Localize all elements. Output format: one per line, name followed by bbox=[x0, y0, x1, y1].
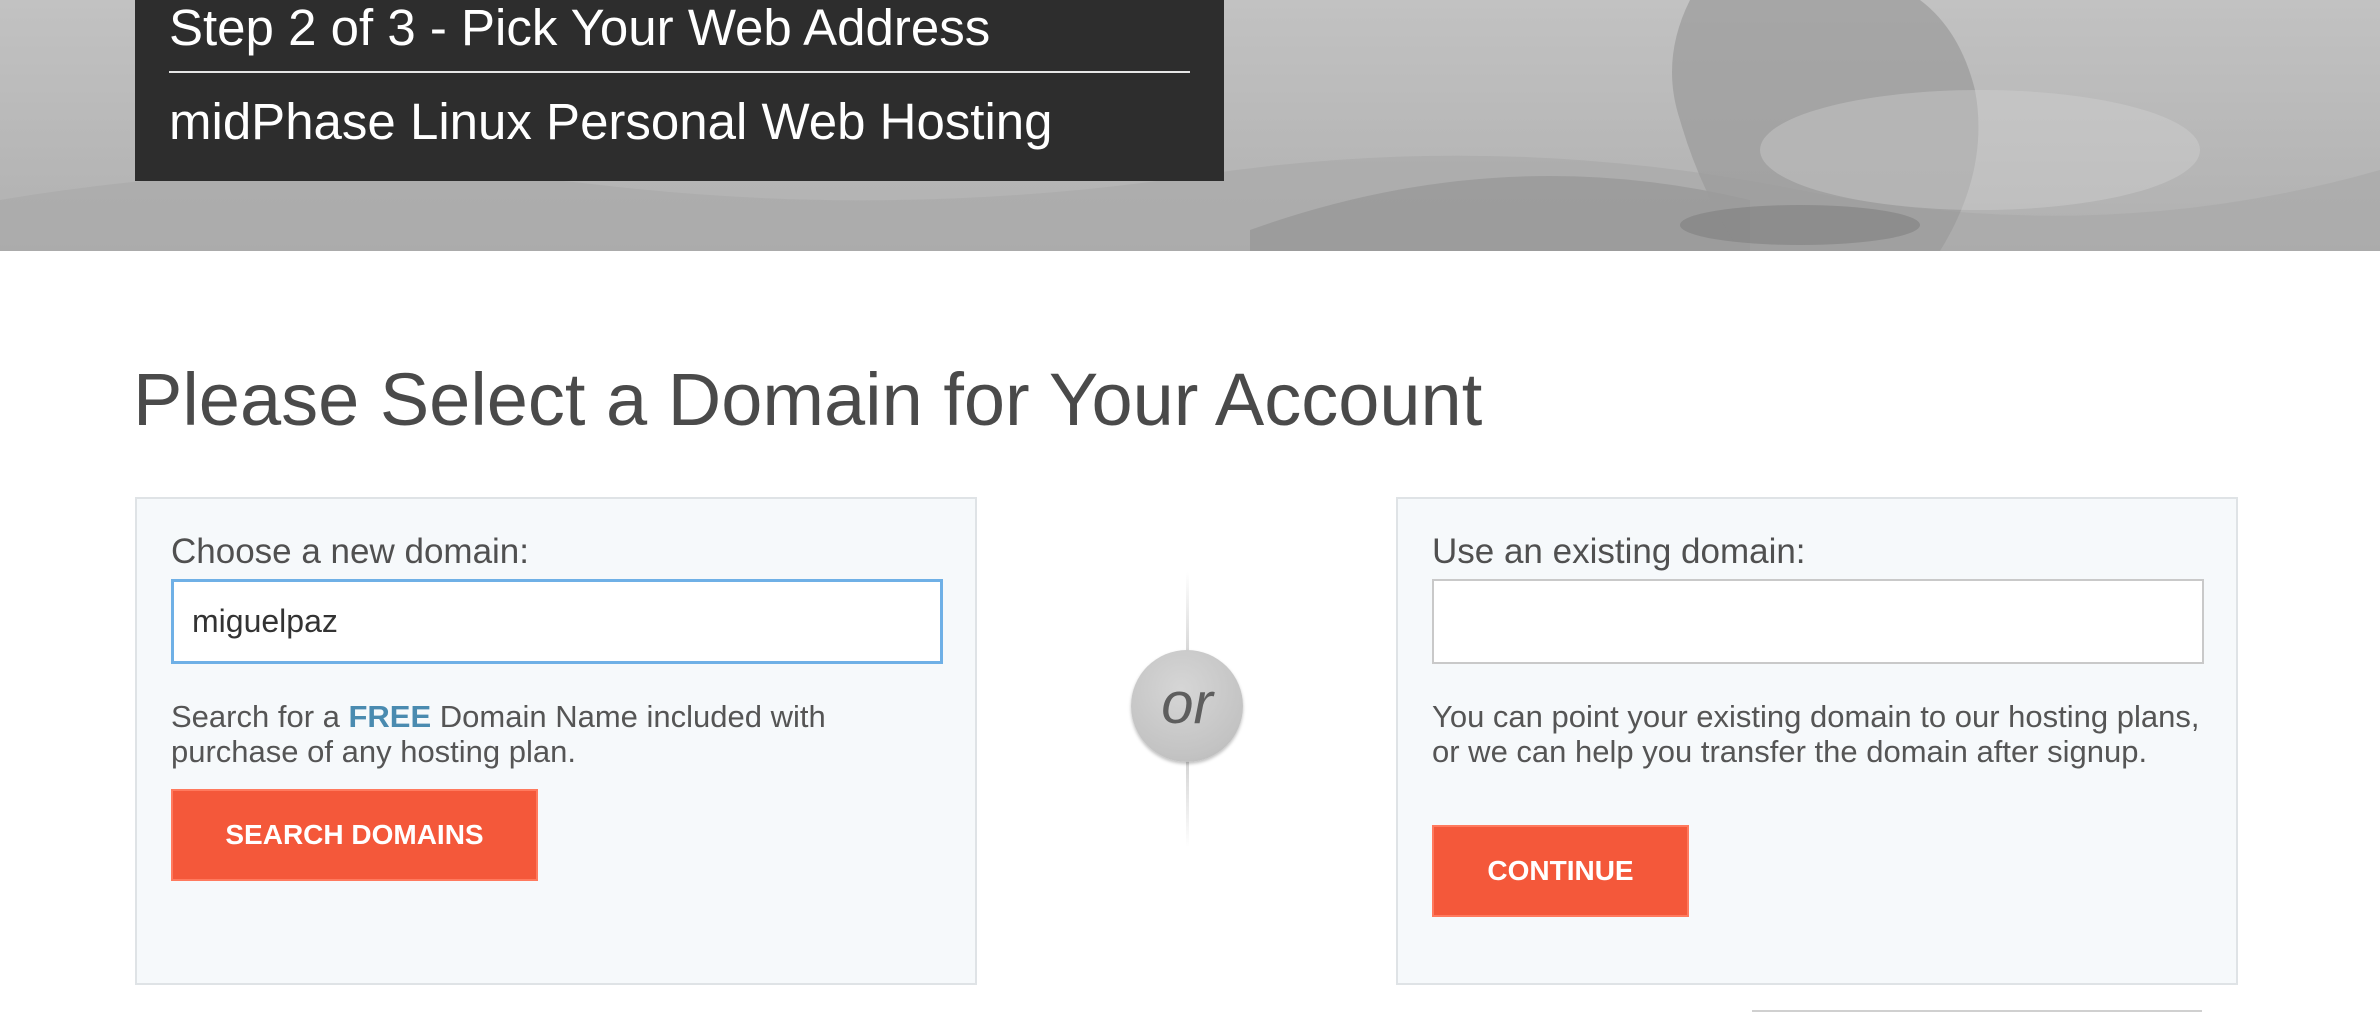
existing-domain-panel: Use an existing domain: You can point yo… bbox=[1396, 497, 2238, 985]
step-banner: Step 2 of 3 - Pick Your Web Address midP… bbox=[135, 0, 1224, 181]
new-domain-label: Choose a new domain: bbox=[171, 532, 529, 571]
free-highlight: FREE bbox=[348, 699, 432, 734]
new-domain-input[interactable] bbox=[171, 579, 943, 664]
page-title: Please Select a Domain for Your Account bbox=[133, 358, 1483, 441]
existing-domain-input[interactable] bbox=[1432, 579, 2204, 664]
step-title: Step 2 of 3 - Pick Your Web Address bbox=[169, 0, 991, 56]
banner-divider bbox=[169, 71, 1190, 73]
search-domains-button[interactable]: SEARCH DOMAINS bbox=[171, 789, 538, 881]
existing-domain-label: Use an existing domain: bbox=[1432, 532, 1806, 571]
note-prefix: Search for a bbox=[171, 699, 349, 734]
plan-name: midPhase Linux Personal Web Hosting bbox=[169, 93, 1053, 150]
free-domain-note: Search for a FREE Domain Name included w… bbox=[171, 699, 891, 769]
or-badge: or bbox=[1131, 650, 1243, 762]
new-domain-panel: Choose a new domain: Search for a FREE D… bbox=[135, 497, 977, 985]
continue-button[interactable]: CONTINUE bbox=[1432, 825, 1689, 917]
existing-domain-note: You can point your existing domain to ou… bbox=[1432, 699, 2200, 769]
hero-header: Step 2 of 3 - Pick Your Web Address midP… bbox=[0, 0, 2380, 251]
footer-divider bbox=[1752, 1010, 2202, 1012]
or-label: or bbox=[1161, 671, 1213, 736]
